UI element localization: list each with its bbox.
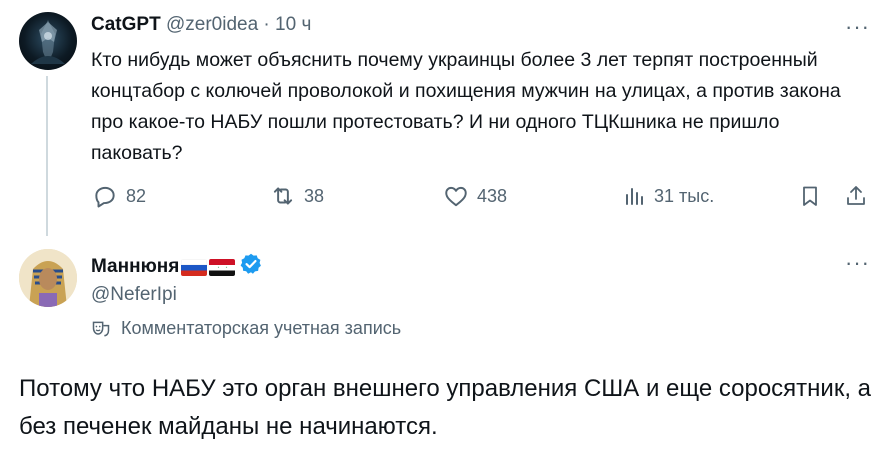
tweet-time[interactable]: 10 ч bbox=[275, 14, 311, 35]
author-name[interactable]: CatGPT bbox=[91, 14, 161, 35]
repost-count: 38 bbox=[304, 185, 325, 206]
share-button[interactable] bbox=[844, 183, 868, 209]
reply-author-name[interactable]: Маннюня bbox=[91, 256, 179, 278]
dark-fantasy-avatar-icon bbox=[31, 20, 65, 64]
like-button[interactable]: 438 bbox=[443, 183, 507, 209]
tweet-actions: 82 38 438 31 тыс. bbox=[0, 183, 895, 213]
author-avatar[interactable] bbox=[19, 12, 77, 70]
share-icon bbox=[847, 186, 865, 205]
account-label-text: Комментаторская учетная запись bbox=[121, 318, 402, 338]
reply-more-options-icon[interactable]: ··· bbox=[845, 252, 870, 274]
more-options-icon[interactable]: ··· bbox=[845, 16, 870, 38]
syria-flag-icon bbox=[209, 258, 236, 276]
reply-button[interactable]: 82 bbox=[92, 183, 146, 209]
tweet-text: Кто нибудь может объяснить почему украин… bbox=[91, 49, 841, 164]
commentator-account-label[interactable]: Комментаторская учетная запись bbox=[91, 318, 401, 339]
bookmark-icon bbox=[803, 186, 817, 206]
analytics-icon bbox=[626, 188, 643, 205]
theater-mask-icon bbox=[92, 321, 110, 336]
reply-author-avatar[interactable] bbox=[19, 249, 77, 307]
bookmark-button[interactable] bbox=[798, 183, 822, 209]
repost-icon bbox=[273, 187, 293, 205]
like-count: 438 bbox=[477, 185, 508, 206]
reply-author-handle[interactable]: @NeferIpi bbox=[91, 284, 177, 306]
reply-text: Потому что НАБУ это орган внешнего управ… bbox=[19, 375, 871, 440]
separator-dot: · bbox=[263, 14, 270, 35]
views-count: 31 тыс. bbox=[654, 185, 715, 206]
heart-icon bbox=[445, 186, 467, 207]
reply-icon bbox=[95, 186, 115, 208]
repost-button[interactable]: 38 bbox=[270, 183, 324, 209]
views-button[interactable]: 31 тыс. bbox=[622, 183, 714, 209]
verified-badge-icon[interactable] bbox=[239, 252, 263, 282]
reply-header: Маннюня bbox=[91, 252, 263, 282]
tweet-header: CatGPT @zer0idea · 10 ч bbox=[91, 14, 311, 36]
russia-flag-icon bbox=[181, 258, 208, 276]
reply-count: 82 bbox=[126, 185, 147, 206]
pharaoh-avatar-icon bbox=[19, 249, 77, 307]
author-handle[interactable]: @zer0idea bbox=[166, 14, 258, 35]
